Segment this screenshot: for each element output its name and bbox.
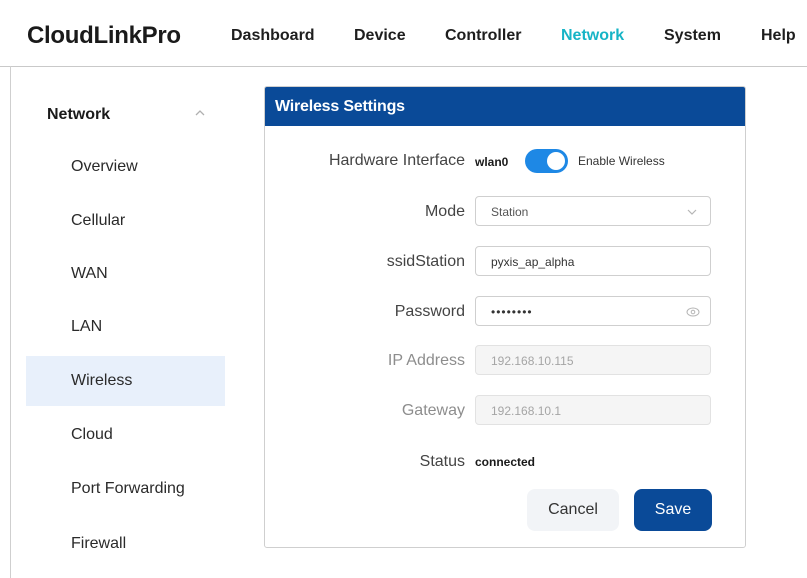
password-input[interactable]: •••••••• bbox=[475, 296, 711, 326]
gateway-label: Gateway bbox=[401, 402, 465, 419]
status-value: connected bbox=[475, 455, 536, 469]
sidebar-item-lan[interactable]: LAN bbox=[26, 302, 225, 352]
ssid-label: ssidStation bbox=[386, 253, 465, 270]
gateway-value: 192.168.10.1 bbox=[491, 404, 562, 418]
hardware-interface-label: Hardware Interface bbox=[328, 152, 465, 169]
ip-address-label: IP Address bbox=[387, 352, 465, 369]
wireless-settings-card: Wireless Settings Hardware Interface wla… bbox=[264, 86, 746, 548]
sidebar-item-label: Wireless bbox=[71, 372, 133, 389]
nav-device[interactable]: Device bbox=[354, 27, 406, 45]
sidebar-item-label: Cloud bbox=[71, 426, 113, 443]
brand-logo[interactable]: CloudLinkPro bbox=[27, 22, 181, 50]
sidebar-item-wireless[interactable]: Wireless bbox=[26, 356, 225, 406]
sidebar-item-label: LAN bbox=[71, 318, 103, 335]
sidebar-item-cloud[interactable]: Cloud bbox=[26, 410, 225, 460]
ssid-input[interactable]: pyxis_ap_alpha bbox=[475, 246, 711, 276]
sidebar-item-overview[interactable]: Overview bbox=[26, 142, 225, 192]
ssid-input-value: pyxis_ap_alpha bbox=[491, 255, 575, 269]
enable-wireless-toggle[interactable] bbox=[525, 149, 568, 173]
status-label: Status bbox=[419, 453, 465, 470]
sidebar-item-wan[interactable]: WAN bbox=[26, 249, 225, 299]
chevron-down-icon bbox=[687, 209, 697, 215]
sidebar-item-label: Port Forwarding bbox=[71, 480, 185, 497]
nav-dashboard[interactable]: Dashboard bbox=[231, 27, 315, 45]
sidebar-section-network[interactable]: Network bbox=[47, 106, 110, 124]
save-button[interactable]: Save bbox=[634, 489, 712, 531]
nav-system[interactable]: System bbox=[664, 27, 721, 45]
nav-help[interactable]: Help bbox=[761, 27, 796, 45]
mode-select[interactable]: Station bbox=[475, 196, 711, 226]
top-navbar: CloudLinkPro Dashboard Device Controller… bbox=[0, 0, 807, 67]
ip-address-value: 192.168.10.115 bbox=[491, 354, 574, 368]
sidebar-item-label: Overview bbox=[71, 158, 138, 175]
gateway-input: 192.168.10.1 bbox=[475, 395, 711, 425]
password-label: Password bbox=[394, 303, 465, 320]
sidebar-item-port-forwarding[interactable]: Port Forwarding bbox=[26, 464, 225, 514]
sidebar-item-label: Firewall bbox=[71, 535, 127, 552]
mode-select-value: Station bbox=[491, 205, 529, 219]
card-title: Wireless Settings bbox=[275, 98, 405, 115]
left-border-divider bbox=[10, 66, 11, 578]
nav-network[interactable]: Network bbox=[561, 27, 624, 45]
ip-address-input: 192.168.10.115 bbox=[475, 345, 711, 375]
chevron-up-icon[interactable] bbox=[193, 106, 207, 120]
toggle-knob bbox=[547, 152, 565, 170]
hardware-interface-value: wlan0 bbox=[475, 155, 509, 169]
sidebar-item-label: WAN bbox=[71, 265, 108, 282]
cancel-button[interactable]: Cancel bbox=[527, 489, 619, 531]
mode-label: Mode bbox=[424, 203, 465, 220]
card-header: Wireless Settings bbox=[265, 87, 745, 126]
sidebar-item-label: Cellular bbox=[71, 212, 126, 229]
sidebar-item-firewall[interactable]: Firewall bbox=[26, 519, 225, 569]
sidebar-item-cellular[interactable]: Cellular bbox=[26, 196, 225, 246]
nav-controller[interactable]: Controller bbox=[445, 27, 521, 45]
enable-wireless-label: Enable Wireless bbox=[578, 154, 665, 168]
eye-icon[interactable] bbox=[686, 306, 700, 318]
password-input-value: •••••••• bbox=[491, 305, 533, 319]
